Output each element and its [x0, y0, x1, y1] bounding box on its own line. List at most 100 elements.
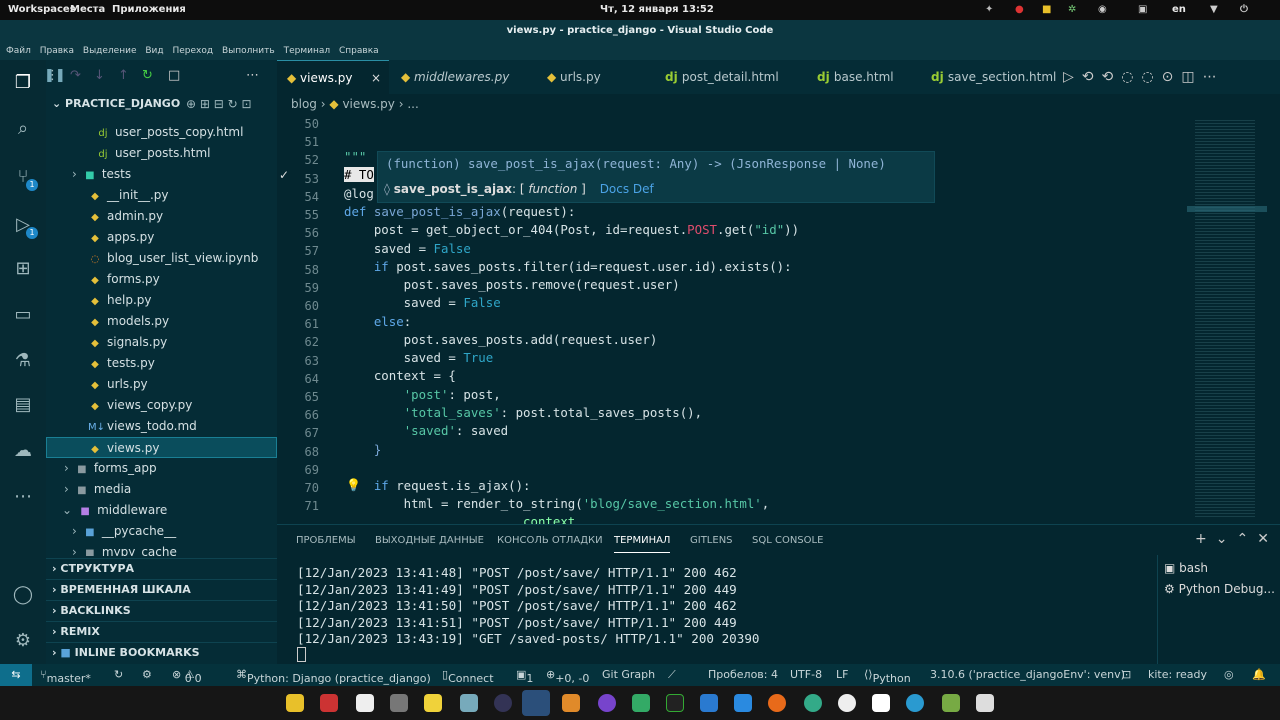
- taskbar-app-icon[interactable]: [976, 694, 994, 712]
- taskbar-app-icon[interactable]: [424, 694, 442, 712]
- tab-urls-py[interactable]: ◆ urls.py: [547, 60, 627, 94]
- chrome-icon[interactable]: [804, 694, 822, 712]
- language-mode[interactable]: ⟨⟩ Python: [864, 668, 911, 685]
- terminal-bash[interactable]: ▣ bash: [1164, 561, 1208, 575]
- tab-debug-console[interactable]: КОНСОЛЬ ОТЛАДКИ: [497, 535, 603, 546]
- tab-sql-console[interactable]: SQL CONSOLE: [752, 535, 823, 546]
- taskbar-app-icon[interactable]: [942, 694, 960, 712]
- taskbar-app-icon[interactable]: [666, 694, 684, 712]
- menu-terminal[interactable]: Терминал: [284, 46, 331, 56]
- tray-icon[interactable]: ✲: [1068, 4, 1076, 15]
- account-status-icon[interactable]: ◎: [1224, 668, 1234, 681]
- run-debug-icon[interactable]: ▷ 1: [10, 212, 38, 239]
- terminal-cursor[interactable]: [297, 647, 306, 662]
- tree-item[interactable]: dj user_posts_copy.html: [46, 122, 277, 143]
- tab-base-html[interactable]: dj base.html: [817, 60, 917, 94]
- account-icon[interactable]: ◯: [10, 582, 36, 608]
- tree-item[interactable]: ◆ admin.py: [46, 206, 277, 227]
- keyboard-layout[interactable]: en: [1172, 4, 1186, 15]
- section-timeline[interactable]: › ВРЕМЕННАЯ ШКАЛА: [46, 579, 277, 599]
- menu-go[interactable]: Переход: [173, 46, 214, 56]
- tab-terminal[interactable]: ТЕРМИНАЛ: [614, 535, 671, 553]
- step-out-icon[interactable]: ↑: [118, 68, 129, 83]
- terminal-python-debug[interactable]: ⚙ Python Debug...: [1164, 582, 1275, 596]
- gitlens-icon[interactable]: ☁: [10, 438, 36, 464]
- notifications-icon[interactable]: 🔔: [1252, 668, 1266, 681]
- tree-item[interactable]: ◆ models.py: [46, 311, 277, 332]
- step-over-icon[interactable]: ↷: [70, 68, 81, 83]
- taskbar-app-icon[interactable]: [872, 694, 890, 712]
- panel-actions[interactable]: +⌄⌃✕: [1195, 531, 1278, 547]
- extensions-icon[interactable]: ⊞: [10, 256, 36, 282]
- diff-indicator[interactable]: ⊕ +0, -0: [546, 668, 589, 685]
- menu-help[interactable]: Справка: [339, 46, 379, 56]
- tree-item[interactable]: dj user_posts.html: [46, 143, 277, 164]
- tab-problems[interactable]: ПРОБЛЕМЫ: [296, 535, 356, 546]
- taskbar-app-icon[interactable]: [390, 694, 408, 712]
- explorer-icon[interactable]: ❐: [10, 70, 36, 96]
- sync-icon[interactable]: ↻: [114, 668, 123, 681]
- firefox-icon[interactable]: [768, 694, 786, 712]
- power-icon[interactable]: ⏻: [1240, 4, 1248, 15]
- tree-folder[interactable]: › ■ media: [46, 479, 277, 500]
- menu-selection[interactable]: Выделение: [83, 46, 137, 56]
- changes-indicator[interactable]: ▣ 1: [516, 668, 533, 685]
- tree-item[interactable]: M↓ views_todo.md: [46, 416, 277, 437]
- apps-menu[interactable]: Приложения: [112, 4, 186, 15]
- feedback-icon[interactable]: ⊡: [1122, 668, 1131, 681]
- taskbar-app-icon[interactable]: [700, 694, 718, 712]
- python-env[interactable]: ⌘ Python: Django (practice_django): [236, 668, 431, 685]
- clock[interactable]: Чт, 12 января 13:52: [600, 4, 714, 15]
- close-icon[interactable]: ×: [371, 61, 381, 95]
- testing-icon[interactable]: ⚗: [10, 348, 36, 374]
- taskbar-app-icon[interactable]: [494, 694, 512, 712]
- taskbar-app-icon[interactable]: [460, 694, 478, 712]
- taskbar-app-icon[interactable]: [320, 694, 338, 712]
- minimap[interactable]: [1187, 114, 1267, 524]
- taskbar-app-icon[interactable]: [356, 694, 374, 712]
- breadcrumb-file[interactable]: views.py: [342, 97, 394, 111]
- kite-status[interactable]: kite: ready: [1148, 668, 1207, 681]
- tree-item[interactable]: ◆ help.py: [46, 290, 277, 311]
- tray-icon[interactable]: ◉: [1098, 4, 1107, 15]
- git-graph-button[interactable]: Git Graph: [602, 668, 655, 681]
- taskbar-app-icon[interactable]: [562, 694, 580, 712]
- search-icon[interactable]: ⌕: [10, 116, 36, 142]
- tab-post-detail[interactable]: dj post_detail.html: [665, 60, 795, 94]
- remote-explorer-icon[interactable]: ▭: [10, 302, 36, 328]
- tree-item[interactable]: ◆ forms.py: [46, 269, 277, 290]
- tree-folder[interactable]: ⌄ ■ middleware: [46, 500, 277, 521]
- connect-button[interactable]: ▯ Connect: [442, 668, 494, 685]
- taskbar-app-icon[interactable]: [734, 694, 752, 712]
- edge-icon[interactable]: [906, 694, 924, 712]
- step-into-icon[interactable]: ↓: [94, 68, 105, 83]
- interpreter[interactable]: 3.10.6 ('practice_djangoEnv': venv): [930, 668, 1125, 681]
- section-backlinks[interactable]: › BACKLINKS: [46, 600, 277, 620]
- editor-actions[interactable]: ▷⟲⟲◌◌⊙◫⋯: [1063, 60, 1225, 94]
- tree-item-selected[interactable]: ◆ views.py: [46, 437, 277, 458]
- tray-icon[interactable]: ✦: [985, 4, 993, 15]
- source-control-icon[interactable]: ⑂ 1: [10, 164, 38, 191]
- liveshare-icon[interactable]: ⚙: [142, 668, 152, 681]
- tree-item[interactable]: ◆ signals.py: [46, 332, 277, 353]
- section-inline-bookmarks[interactable]: › ■ INLINE BOOKMARKS: [46, 642, 277, 662]
- menu-view[interactable]: Вид: [145, 46, 163, 56]
- tab-gitlens[interactable]: GITLENS: [690, 535, 733, 546]
- stop-icon[interactable]: □: [168, 68, 180, 83]
- tray-icon[interactable]: ▣: [1138, 4, 1147, 15]
- tree-folder[interactable]: › ■ forms_app: [46, 458, 277, 479]
- menu-run[interactable]: Выполнить: [222, 46, 275, 56]
- pause-icon[interactable]: ❚❚: [44, 68, 66, 83]
- tree-item[interactable]: ◆ urls.py: [46, 374, 277, 395]
- taskbar-app-icon[interactable]: [632, 694, 650, 712]
- menu-edit[interactable]: Правка: [40, 46, 74, 56]
- tab-middlewares-py[interactable]: ◆ middlewares.py: [401, 60, 531, 94]
- more-actions-icon[interactable]: ⋯: [246, 68, 259, 83]
- tree-item[interactable]: ◌ blog_user_list_view.ipynb: [46, 248, 277, 269]
- tray-icon[interactable]: ●: [1015, 4, 1024, 15]
- more-icon[interactable]: ⋯: [10, 484, 36, 510]
- indentation[interactable]: Пробелов: 4: [708, 668, 778, 681]
- tab-output[interactable]: ВЫХОДНЫЕ ДАННЫЕ: [375, 535, 484, 546]
- eol[interactable]: LF: [836, 668, 848, 681]
- restart-icon[interactable]: ↻: [142, 68, 153, 83]
